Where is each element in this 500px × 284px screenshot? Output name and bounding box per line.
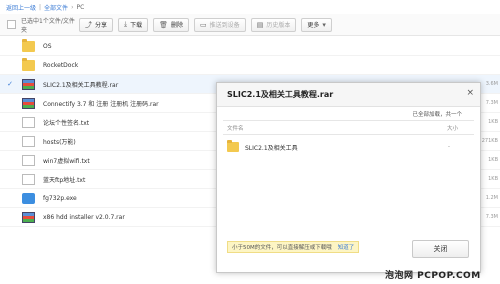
share-button[interactable]: ⤴ 分享: [79, 17, 114, 32]
file-size: 7.3M: [485, 214, 498, 220]
archive-entry-name[interactable]: SLIC2.1及相关工具: [245, 143, 298, 152]
trash-icon: 🗑: [159, 20, 169, 29]
folder-icon: [22, 38, 35, 52]
download-button[interactable]: ⤓ 下载: [118, 17, 149, 32]
breadcrumb: 返回上一级 | 全部文件 › PC: [6, 1, 84, 13]
breadcrumb-arrow: ›: [71, 3, 74, 11]
more-button[interactable]: 更多 ▾: [301, 17, 332, 32]
load-status: 已全部加载，共一个: [412, 112, 462, 118]
text-file-icon: [22, 154, 35, 166]
toolbar: 已选中1个文件/文件夹 ⤴ 分享 ⤓ 下载 🗑 删除 ▭ 推送到设备 ▤ 历史版本 更多 ▾: [0, 14, 500, 36]
folder-icon: [22, 57, 35, 71]
text-file-icon: [22, 135, 35, 147]
file-row[interactable]: OS: [0, 37, 500, 56]
folder-icon: [227, 140, 239, 152]
file-name[interactable]: win7虚拟wifi.txt: [43, 156, 90, 165]
file-size: 271KB: [481, 138, 498, 144]
archive-entry-row[interactable]: SLIC2.1及相关工具 -: [223, 140, 474, 155]
rar-archive-icon: [22, 211, 35, 223]
column-size: 大小: [446, 126, 458, 132]
file-size: 1KB: [488, 176, 498, 182]
archive-preview-dialog: SLIC2.1及相关工具教程.rar × 已全部加载，共一个 文件名 大小 SL…: [216, 82, 481, 273]
archive-entry-size: -: [447, 143, 450, 150]
file-size: 7.3M: [485, 100, 498, 106]
file-name[interactable]: hosts(万能): [43, 137, 76, 146]
dialog-title: SLIC2.1及相关工具教程.rar: [227, 90, 334, 99]
file-name[interactable]: OS: [43, 43, 52, 50]
device-icon: ▭: [200, 20, 207, 29]
checkmark-icon[interactable]: ✓: [5, 80, 15, 88]
close-button[interactable]: 关闭: [412, 240, 469, 258]
breadcrumb-separator: |: [39, 3, 42, 11]
history-icon: ▤: [256, 20, 264, 29]
file-size: 1KB: [488, 157, 498, 163]
download-icon: ⤓: [124, 20, 128, 28]
text-file-icon: [22, 116, 35, 128]
file-size: 1.2M: [485, 195, 498, 201]
breadcrumb-current: PC: [76, 3, 85, 11]
delete-button[interactable]: 🗑 删除: [153, 17, 190, 32]
column-file-name: 文件名: [227, 126, 244, 132]
file-name[interactable]: x86 hdd installer v2.0.7.rar: [43, 214, 125, 221]
rar-archive-icon: [22, 78, 35, 90]
file-name[interactable]: 论坛个性签名.txt: [43, 118, 89, 127]
tip-dismiss-link[interactable]: 知道了: [338, 243, 355, 251]
file-size: 1KB: [488, 119, 498, 125]
watermark: 泡泡网 PCPOP.COM: [385, 271, 481, 281]
file-name[interactable]: Connectify 3.7 和 注册 注册机 注册码.rar: [43, 99, 159, 108]
dialog-header: SLIC2.1及相关工具教程.rar ×: [217, 83, 480, 107]
dialog-column-header: 文件名 大小: [223, 120, 474, 135]
push-to-device-button[interactable]: ▭ 推送到设备: [194, 17, 246, 32]
breadcrumb-back[interactable]: 返回上一级: [6, 3, 36, 12]
share-icon: ⤴: [85, 20, 92, 29]
tip-text: 小于50M的文件，可以直接解压或下载哦: [232, 245, 332, 251]
file-row[interactable]: RocketDock: [0, 56, 500, 75]
breadcrumb-all-files[interactable]: 全部文件: [44, 3, 68, 12]
exe-file-icon: [22, 192, 35, 204]
selection-count: 已选中1个文件/文件夹: [21, 17, 75, 34]
text-file-icon: [22, 173, 35, 185]
file-name[interactable]: RocketDock: [43, 62, 78, 69]
file-name[interactable]: fg732p.exe: [43, 195, 77, 202]
rar-archive-icon: [22, 97, 35, 109]
close-icon[interactable]: ×: [466, 88, 474, 98]
file-size: 3.6M: [485, 81, 498, 87]
file-name[interactable]: SLIC2.1及相关工具教程.rar: [43, 80, 118, 89]
chevron-down-icon: ▾: [322, 20, 326, 29]
tip-banner: 小于50M的文件，可以直接解压或下载哦 知道了: [227, 241, 360, 253]
file-name[interactable]: 蓝天ftp地址.txt: [43, 175, 85, 184]
history-version-button[interactable]: ▤ 历史版本: [250, 17, 297, 32]
select-all-checkbox[interactable]: [7, 20, 16, 29]
